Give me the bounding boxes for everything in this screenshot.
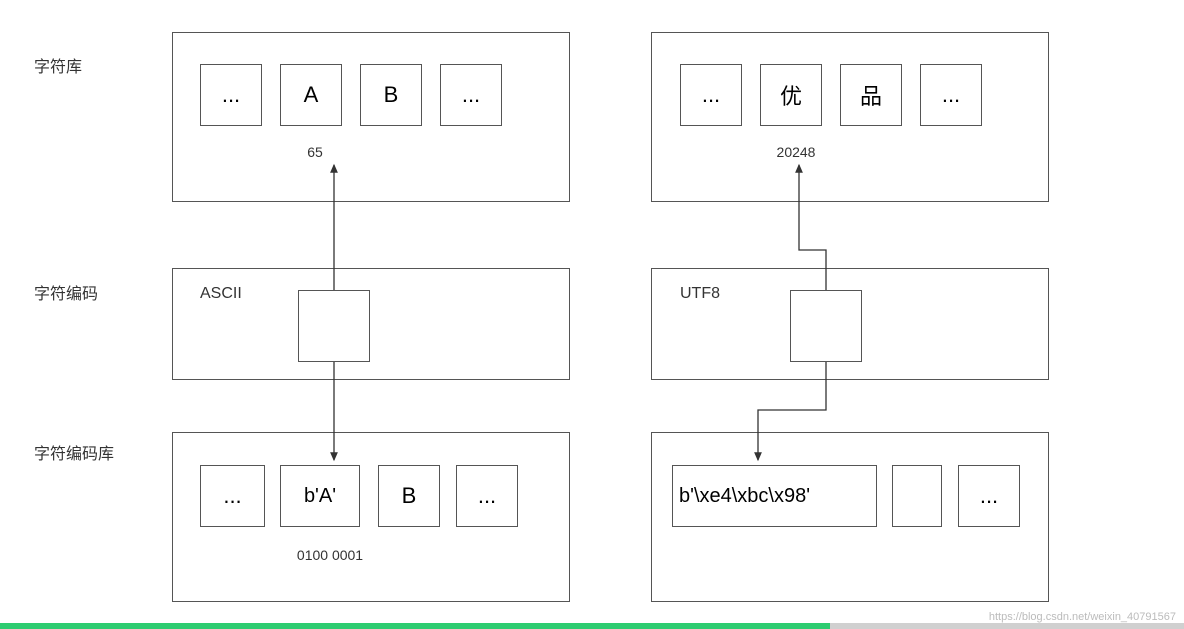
left-encoded-cell-3: ... bbox=[456, 465, 518, 527]
label-encoded-lib: 字符编码库 bbox=[34, 440, 114, 464]
right-codepoint: 20248 bbox=[766, 144, 826, 160]
label-charset: 字符库 bbox=[34, 53, 82, 77]
left-charset-cell-2: B bbox=[360, 64, 422, 126]
left-encoded-cell-2: B bbox=[378, 465, 440, 527]
right-encoded-cell-0: b'\xe4\xbc\x98' bbox=[672, 465, 877, 527]
progress-bar-green bbox=[0, 623, 830, 629]
right-charset-cell-1: 优 bbox=[760, 64, 822, 126]
left-encoded-cell-0: ... bbox=[200, 465, 265, 527]
progress-bar-gray bbox=[830, 623, 1184, 629]
left-codepoint: 65 bbox=[300, 144, 330, 160]
left-charset-cell-1: A bbox=[280, 64, 342, 126]
left-binary: 0100 0001 bbox=[285, 547, 375, 563]
right-charset-cell-2: 品 bbox=[840, 64, 902, 126]
left-encoded-cell-1: b'A' bbox=[280, 465, 360, 527]
left-encoding-cell bbox=[298, 290, 370, 362]
right-encoded-cell-2: ... bbox=[958, 465, 1020, 527]
watermark: https://blog.csdn.net/weixin_40791567 bbox=[989, 611, 1176, 623]
right-encoding-name: UTF8 bbox=[680, 285, 720, 303]
right-encoding-cell bbox=[790, 290, 862, 362]
right-charset-cell-0: ... bbox=[680, 64, 742, 126]
left-charset-cell-3: ... bbox=[440, 64, 502, 126]
left-encoding-name: ASCII bbox=[200, 285, 242, 303]
right-encoded-cell-1 bbox=[892, 465, 942, 527]
left-charset-cell-0: ... bbox=[200, 64, 262, 126]
label-encoding: 字符编码 bbox=[34, 280, 98, 304]
right-charset-cell-3: ... bbox=[920, 64, 982, 126]
